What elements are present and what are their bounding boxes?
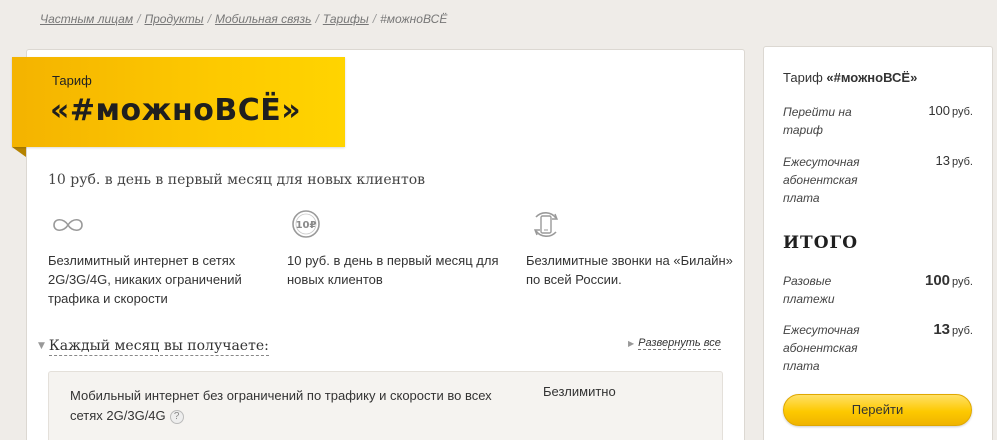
summary-row-label: Ежесуточная абонентская плата (783, 155, 860, 205)
total-row-onetime: Разовые платежи 100 руб. (783, 272, 973, 308)
monthly-item: Мобильный интернет без ограничений по тр… (48, 371, 723, 440)
summary-row-value: 13 руб. (936, 153, 973, 168)
feature-text: 10 руб. в день в первый месяц для новых … (287, 253, 499, 287)
breadcrumb: Частным лицам / Продукты / Мобильная связь / Т… (40, 12, 447, 26)
breadcrumb-current: #можноВСЁ (380, 12, 448, 26)
breadcrumb-separator: / (207, 12, 211, 26)
total-currency: руб. (952, 276, 973, 288)
monthly-section-title: Каждый месяц вы получаете: (48, 338, 269, 356)
expand-all-link[interactable]: ▶ Развернуть все (628, 337, 721, 350)
summary-currency: руб. (952, 156, 973, 168)
total-currency: руб. (952, 325, 973, 337)
tariff-promo: 10 руб. в день в первый месяц для новых … (48, 172, 426, 188)
summary-currency: руб. (952, 106, 973, 118)
summary-row-value: 100 руб. (928, 103, 973, 118)
feature-text: Безлимитные звонки на «Билайн» по всей Р… (526, 253, 733, 287)
total-heading: ИТОГО (783, 233, 859, 253)
summary-amount: 100 (928, 103, 951, 118)
feature-text: Безлимитный интернет в сетях 2G/3G/4G, н… (48, 253, 242, 306)
monthly-item-value: Безлимитно (543, 384, 616, 399)
total-row-value: 13 руб. (933, 321, 973, 338)
total-amount: 13 (933, 321, 951, 338)
feature-daily-price: 10₽ 10 руб. в день в первый месяц для но… (287, 208, 507, 289)
summary-title: Тариф «#можноВСЁ» (783, 70, 917, 85)
breadcrumb-separator: / (315, 12, 319, 26)
tariff-banner: Тариф «#можноВСЁ» (12, 57, 345, 147)
summary-row-switch: Перейти на тариф 100 руб. (783, 103, 973, 139)
coin-icon-text: 10₽ (296, 220, 317, 231)
breadcrumb-link-mobile[interactable]: Мобильная связь (215, 12, 312, 26)
flag-fold (12, 147, 26, 157)
switch-tariff-button[interactable]: Перейти (783, 394, 972, 426)
monthly-item-description: Мобильный интернет без ограничений по тр… (70, 386, 510, 426)
triangle-right-icon: ▶ (628, 339, 635, 348)
breadcrumb-link-private[interactable]: Частным лицам (40, 12, 133, 26)
ten-rubles-coin-icon: 10₽ (292, 210, 320, 238)
breadcrumb-separator: / (137, 12, 141, 26)
summary-title-prefix: Тариф (783, 70, 823, 85)
total-row-daily: Ежесуточная абонентская плата 13 руб. (783, 321, 973, 375)
tariff-name: «#можноВСЁ» (50, 93, 302, 128)
summary-card: Тариф «#можноВСЁ» Перейти на тариф 100 ру… (763, 46, 993, 440)
breadcrumb-separator: / (372, 12, 377, 26)
total-row-value: 100 руб. (925, 272, 973, 289)
total-row-label: Разовые платежи (783, 274, 835, 306)
expand-all-label: Развернуть все (638, 337, 721, 350)
summary-row-daily: Ежесуточная абонентская плата 13 руб. (783, 153, 973, 207)
summary-title-name: «#можноВСЁ» (826, 70, 918, 85)
infinity-icon (53, 218, 83, 232)
monthly-item-text: Мобильный интернет без ограничений по тр… (70, 388, 492, 423)
monthly-section-toggle[interactable]: ▼ Каждый месяц вы получаете: (38, 338, 269, 356)
total-amount: 100 (924, 272, 951, 289)
breadcrumb-link-tariffs[interactable]: Тарифы (323, 12, 369, 26)
feature-unlimited-calls: Безлимитные звонки на «Билайн» по всей Р… (526, 208, 746, 289)
total-row-label: Ежесуточная абонентская плата (783, 323, 860, 373)
phone-call-icon (533, 211, 559, 238)
summary-amount: 13 (935, 153, 951, 168)
tariff-label: Тариф (52, 73, 92, 88)
breadcrumb-link-products[interactable]: Продукты (144, 12, 203, 26)
summary-row-label: Перейти на тариф (783, 105, 852, 137)
triangle-down-icon: ▼ (38, 341, 45, 351)
feature-unlimited-internet: Безлимитный интернет в сетях 2G/3G/4G, н… (48, 208, 268, 308)
help-icon[interactable]: ? (169, 409, 184, 424)
